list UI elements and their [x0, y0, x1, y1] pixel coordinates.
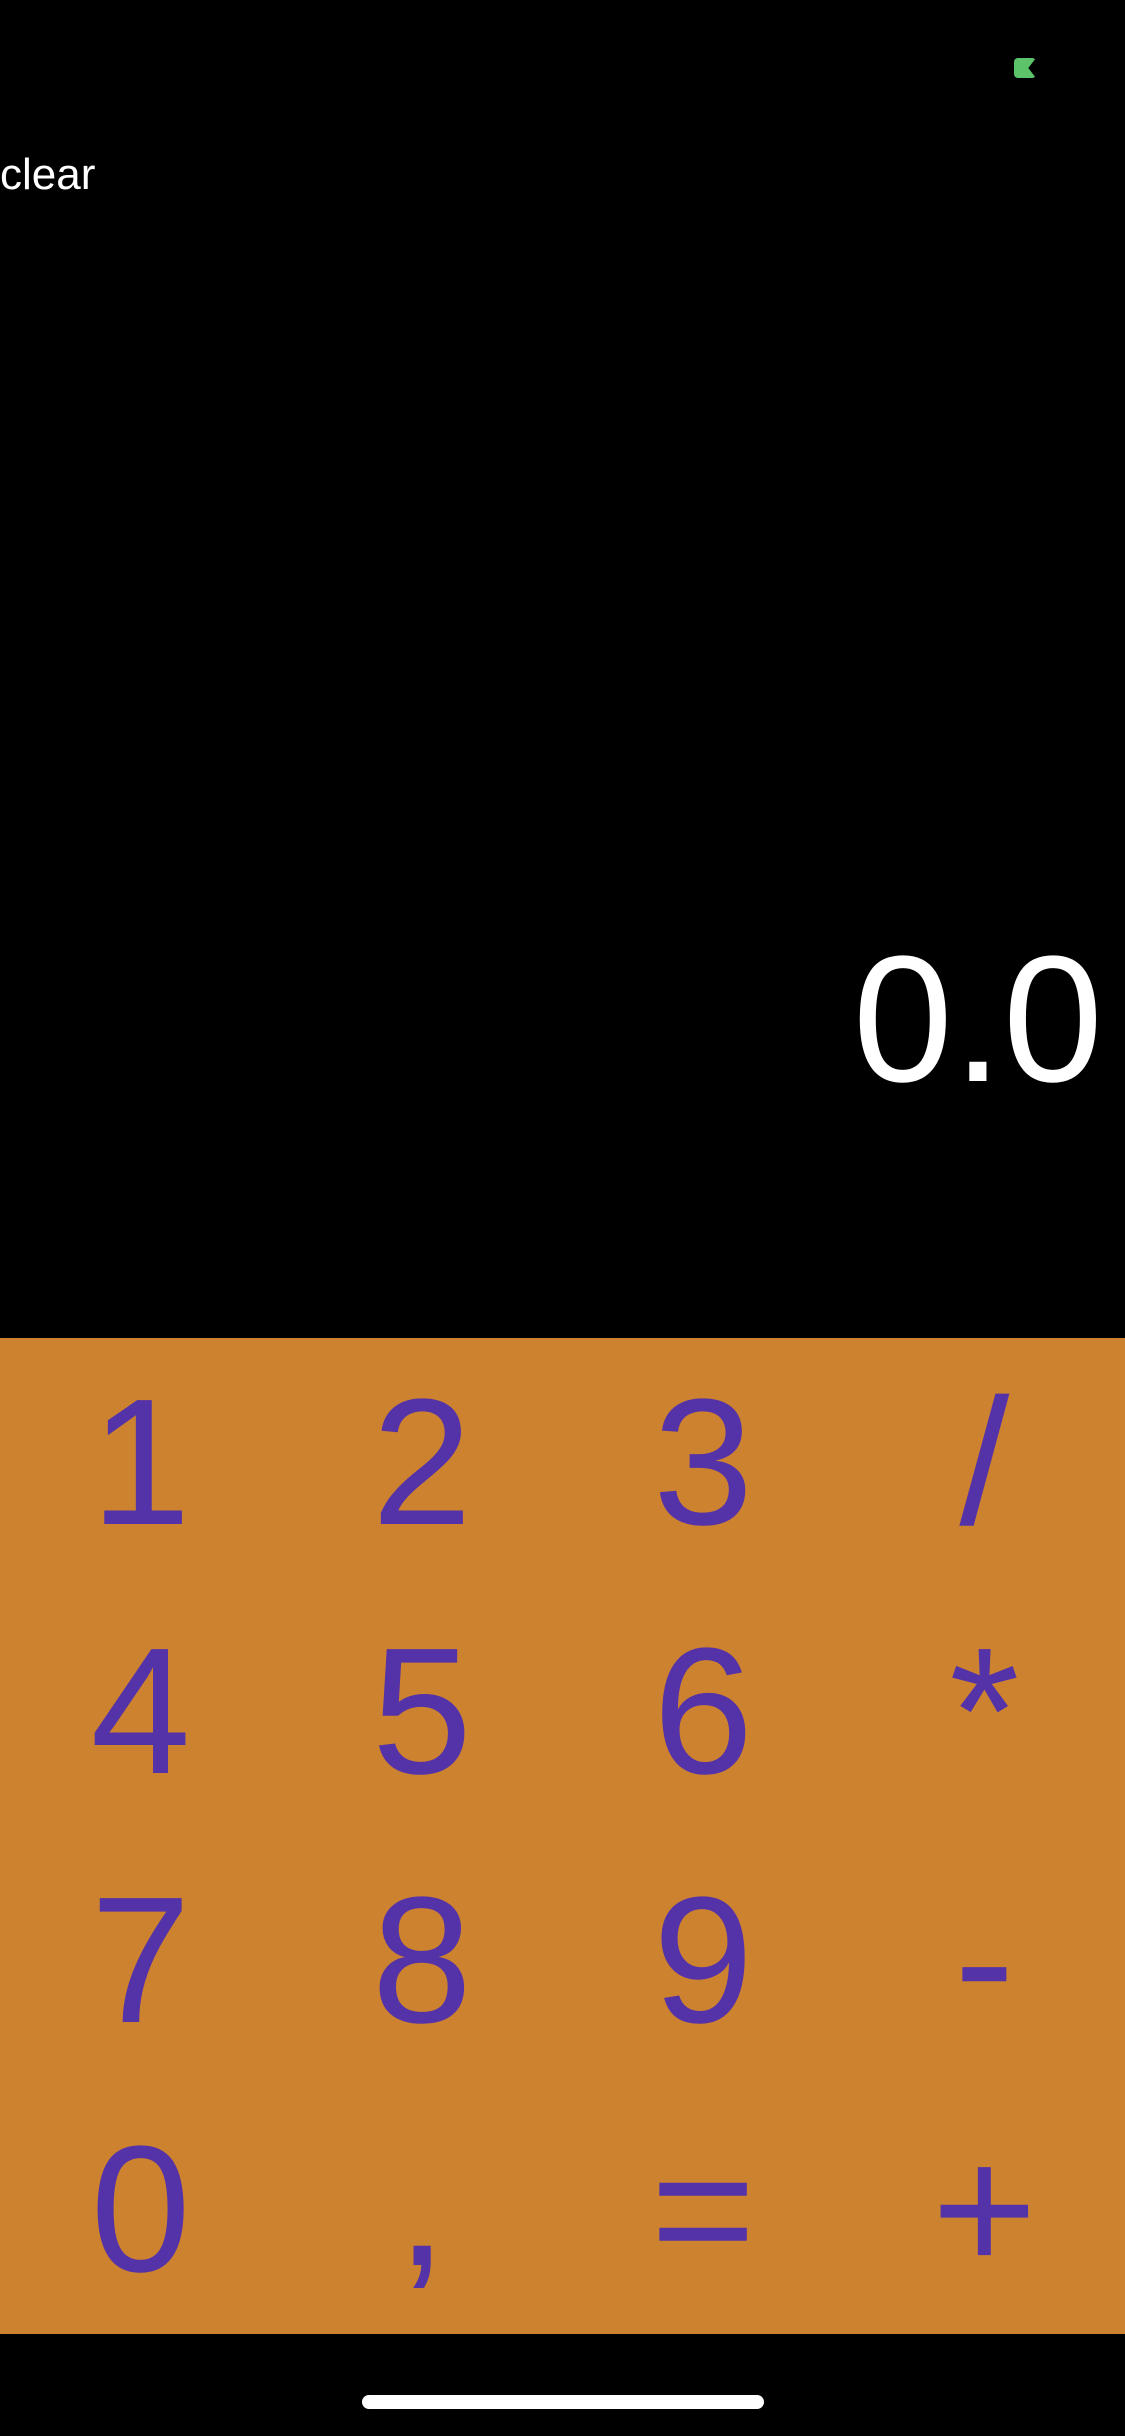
key-multiply[interactable]: *	[844, 1587, 1125, 1836]
key-9[interactable]: 9	[563, 1836, 844, 2085]
key-3[interactable]: 3	[563, 1338, 844, 1587]
result-display: 0.0	[852, 919, 1103, 1120]
key-4[interactable]: 4	[0, 1587, 281, 1836]
key-2[interactable]: 2	[281, 1338, 562, 1587]
keypad: 1 2 3 / 4 5 6 * 7 8 9 - 0 , = +	[0, 1338, 1125, 2334]
key-5[interactable]: 5	[281, 1587, 562, 1836]
key-comma[interactable]: ,	[281, 2085, 562, 2334]
key-equals[interactable]: =	[563, 2085, 844, 2334]
key-divide[interactable]: /	[844, 1338, 1125, 1587]
key-0[interactable]: 0	[0, 2085, 281, 2334]
status-indicator-icon	[1014, 58, 1036, 78]
key-subtract[interactable]: -	[844, 1836, 1125, 2085]
calculator-screen: clear 0.0 1 2 3 / 4 5 6 * 7 8 9 - 0 , = …	[0, 0, 1125, 2436]
key-6[interactable]: 6	[563, 1587, 844, 1836]
key-7[interactable]: 7	[0, 1836, 281, 2085]
key-8[interactable]: 8	[281, 1836, 562, 2085]
key-add[interactable]: +	[844, 2085, 1125, 2334]
key-1[interactable]: 1	[0, 1338, 281, 1587]
clear-button[interactable]: clear	[0, 145, 95, 205]
home-indicator[interactable]	[362, 2395, 764, 2409]
